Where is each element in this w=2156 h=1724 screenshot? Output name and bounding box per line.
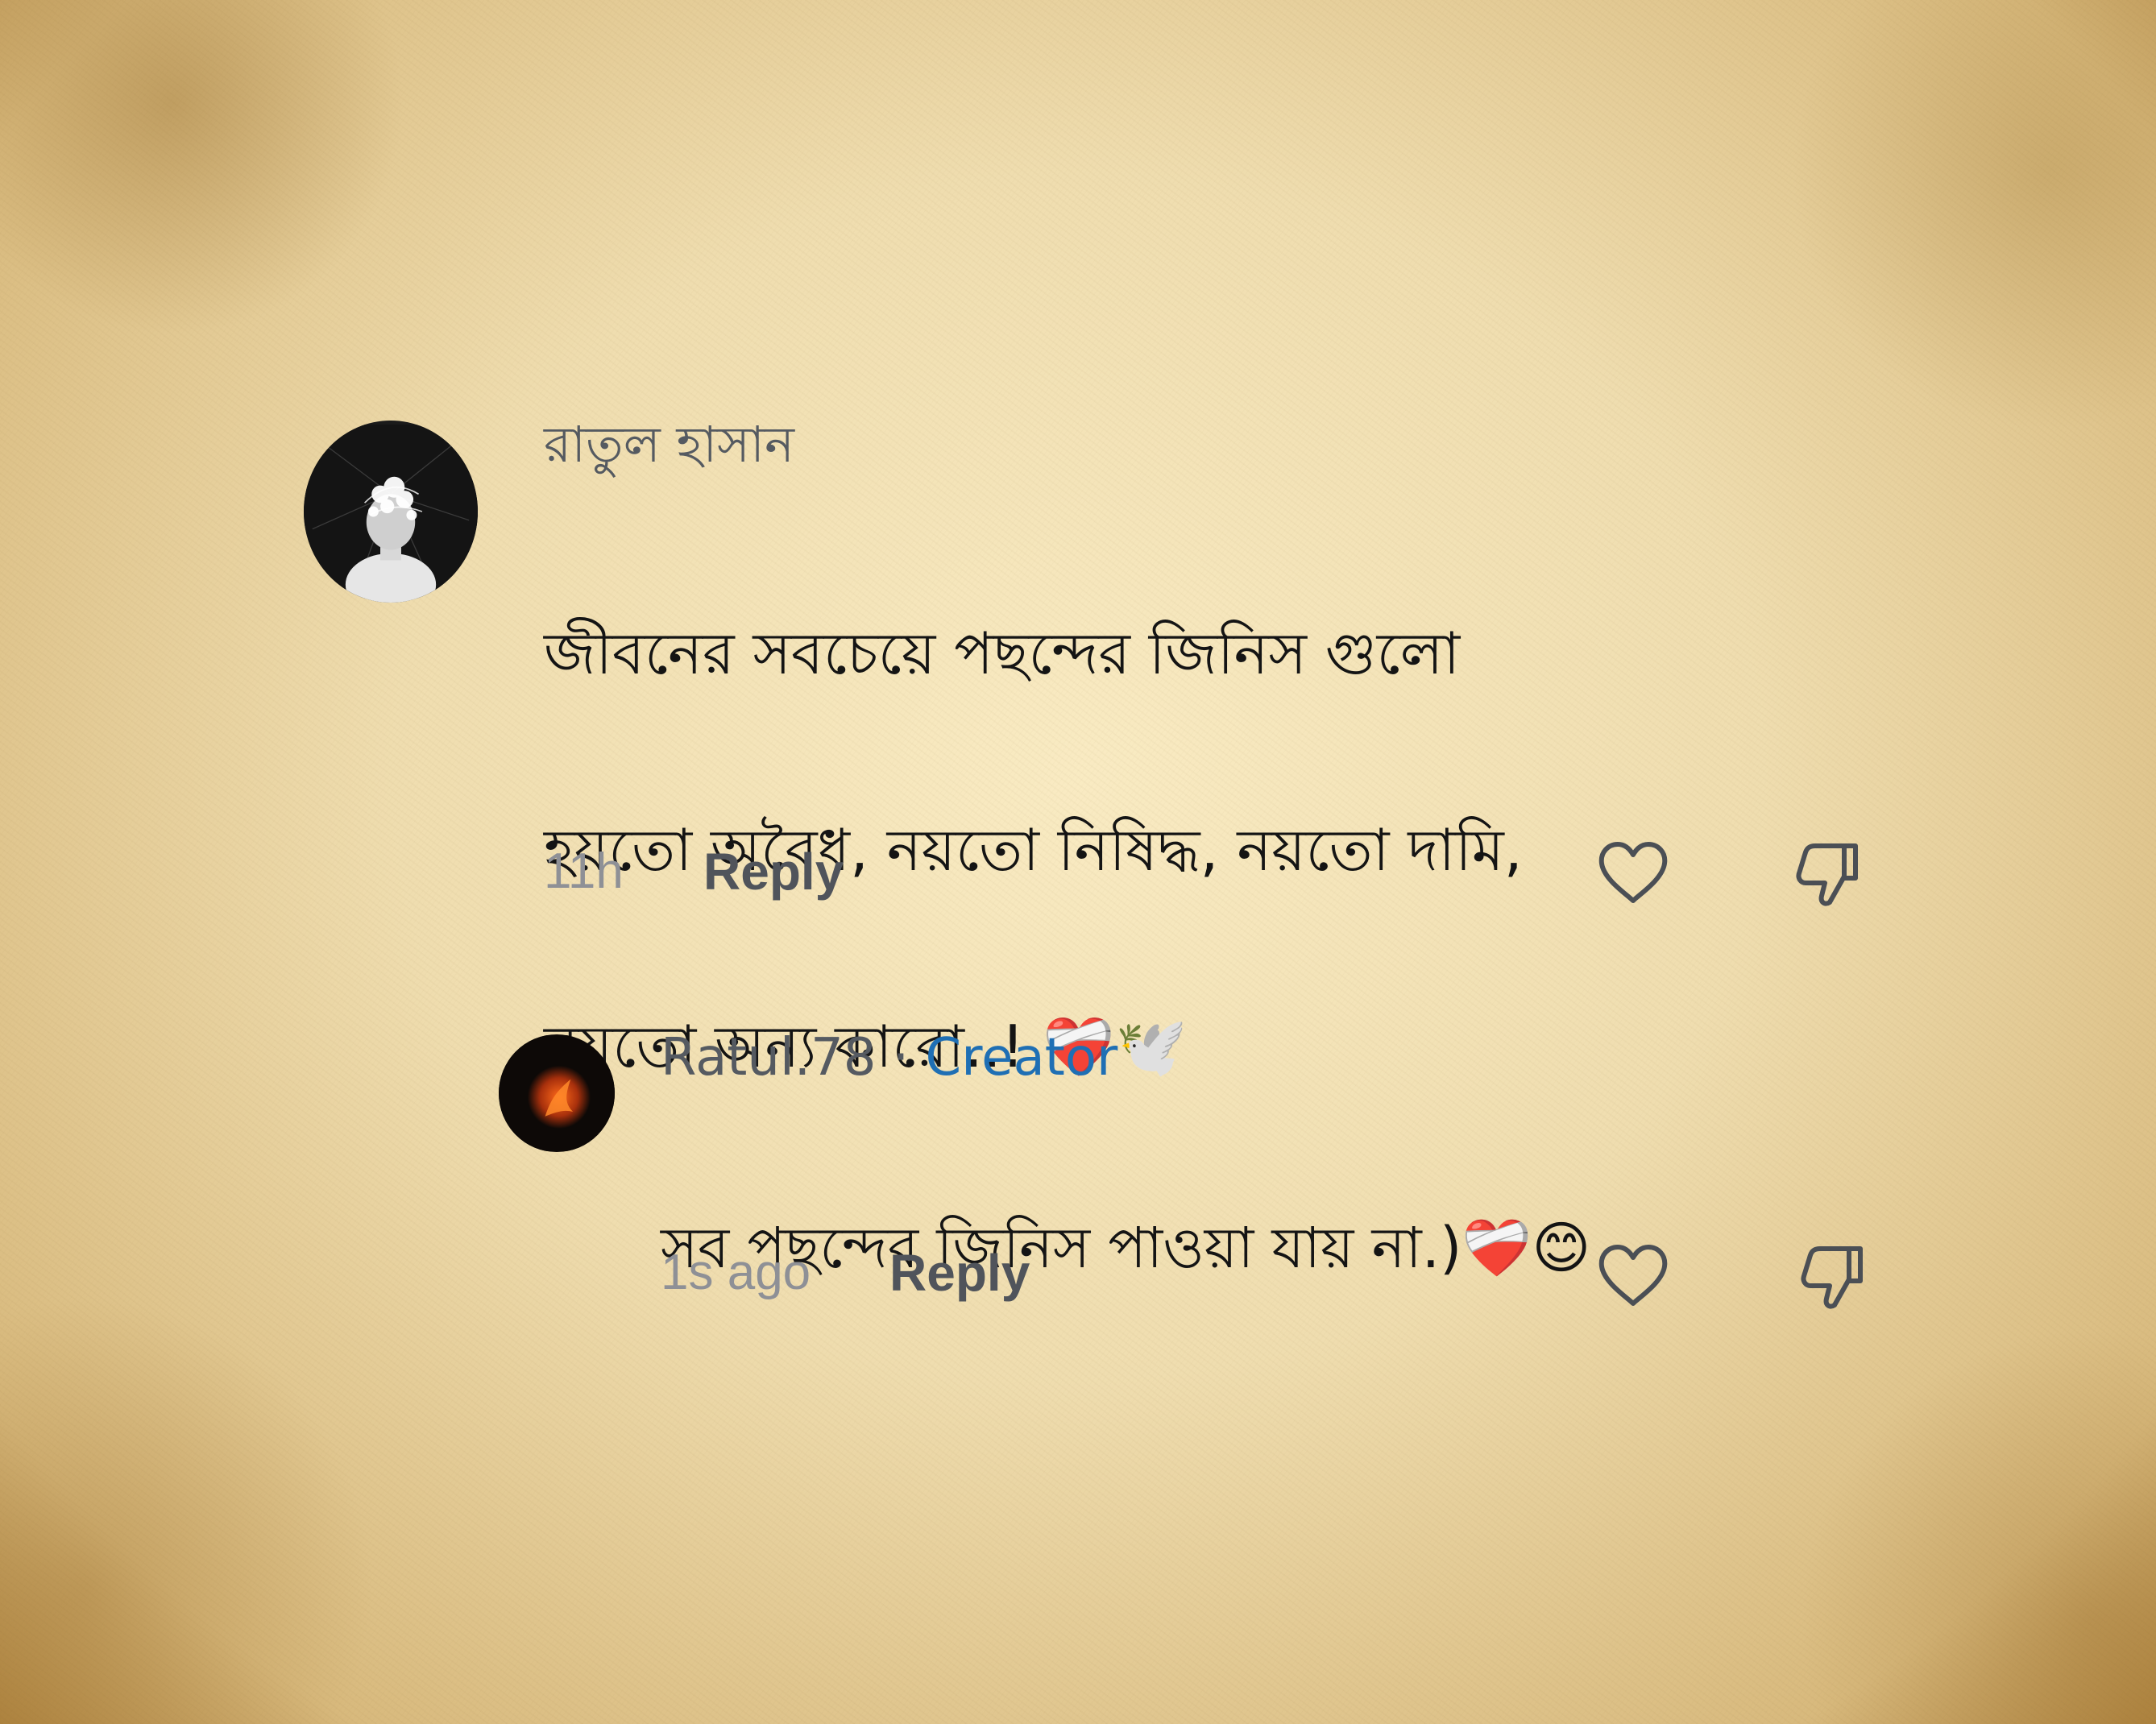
heart-outline-icon[interactable] [1594,835,1672,912]
reply-item: Ratul.78 · Creator সব পছন্দের জিনিস পাওয… [0,967,2156,1370]
reply-button[interactable]: Reply [703,841,844,902]
profile-photo-icon [304,425,478,603]
reply-author[interactable]: Ratul.78 [661,1028,877,1088]
comment-timestamp: 11h [544,843,624,899]
reply-button[interactable]: Reply [889,1242,1030,1303]
reply-timestamp: 1s ago [661,1245,811,1300]
comment-author[interactable]: রাতুল হাসান [544,412,794,477]
creator-badge: Creator [925,1028,1118,1088]
separator-dot: · [892,1028,910,1088]
profile-photo-icon [499,1035,615,1151]
reply-author-line: Ratul.78 · Creator [661,1025,1117,1091]
thumbs-down-outline-icon[interactable] [1793,1237,1870,1315]
avatar[interactable] [304,421,478,603]
heart-outline-icon[interactable] [1594,1237,1672,1315]
emoji: ❤️‍🩹😊 [1462,1215,1591,1281]
avatar[interactable] [499,1034,615,1152]
thumbs-down-outline-icon[interactable] [1788,835,1865,912]
reply-text: সব পছন্দের জিনিস পাওয়া যায় না.)❤️‍🩹😊 [661,1215,1591,1281]
comment-text-line: জীবনের সবচেয়ে পছন্দের জিনিস গুলো [544,620,1461,687]
comment-item: রাতুল হাসান জীবনের সবচেয়ে পছন্দের জিনিস… [0,0,2156,1080]
